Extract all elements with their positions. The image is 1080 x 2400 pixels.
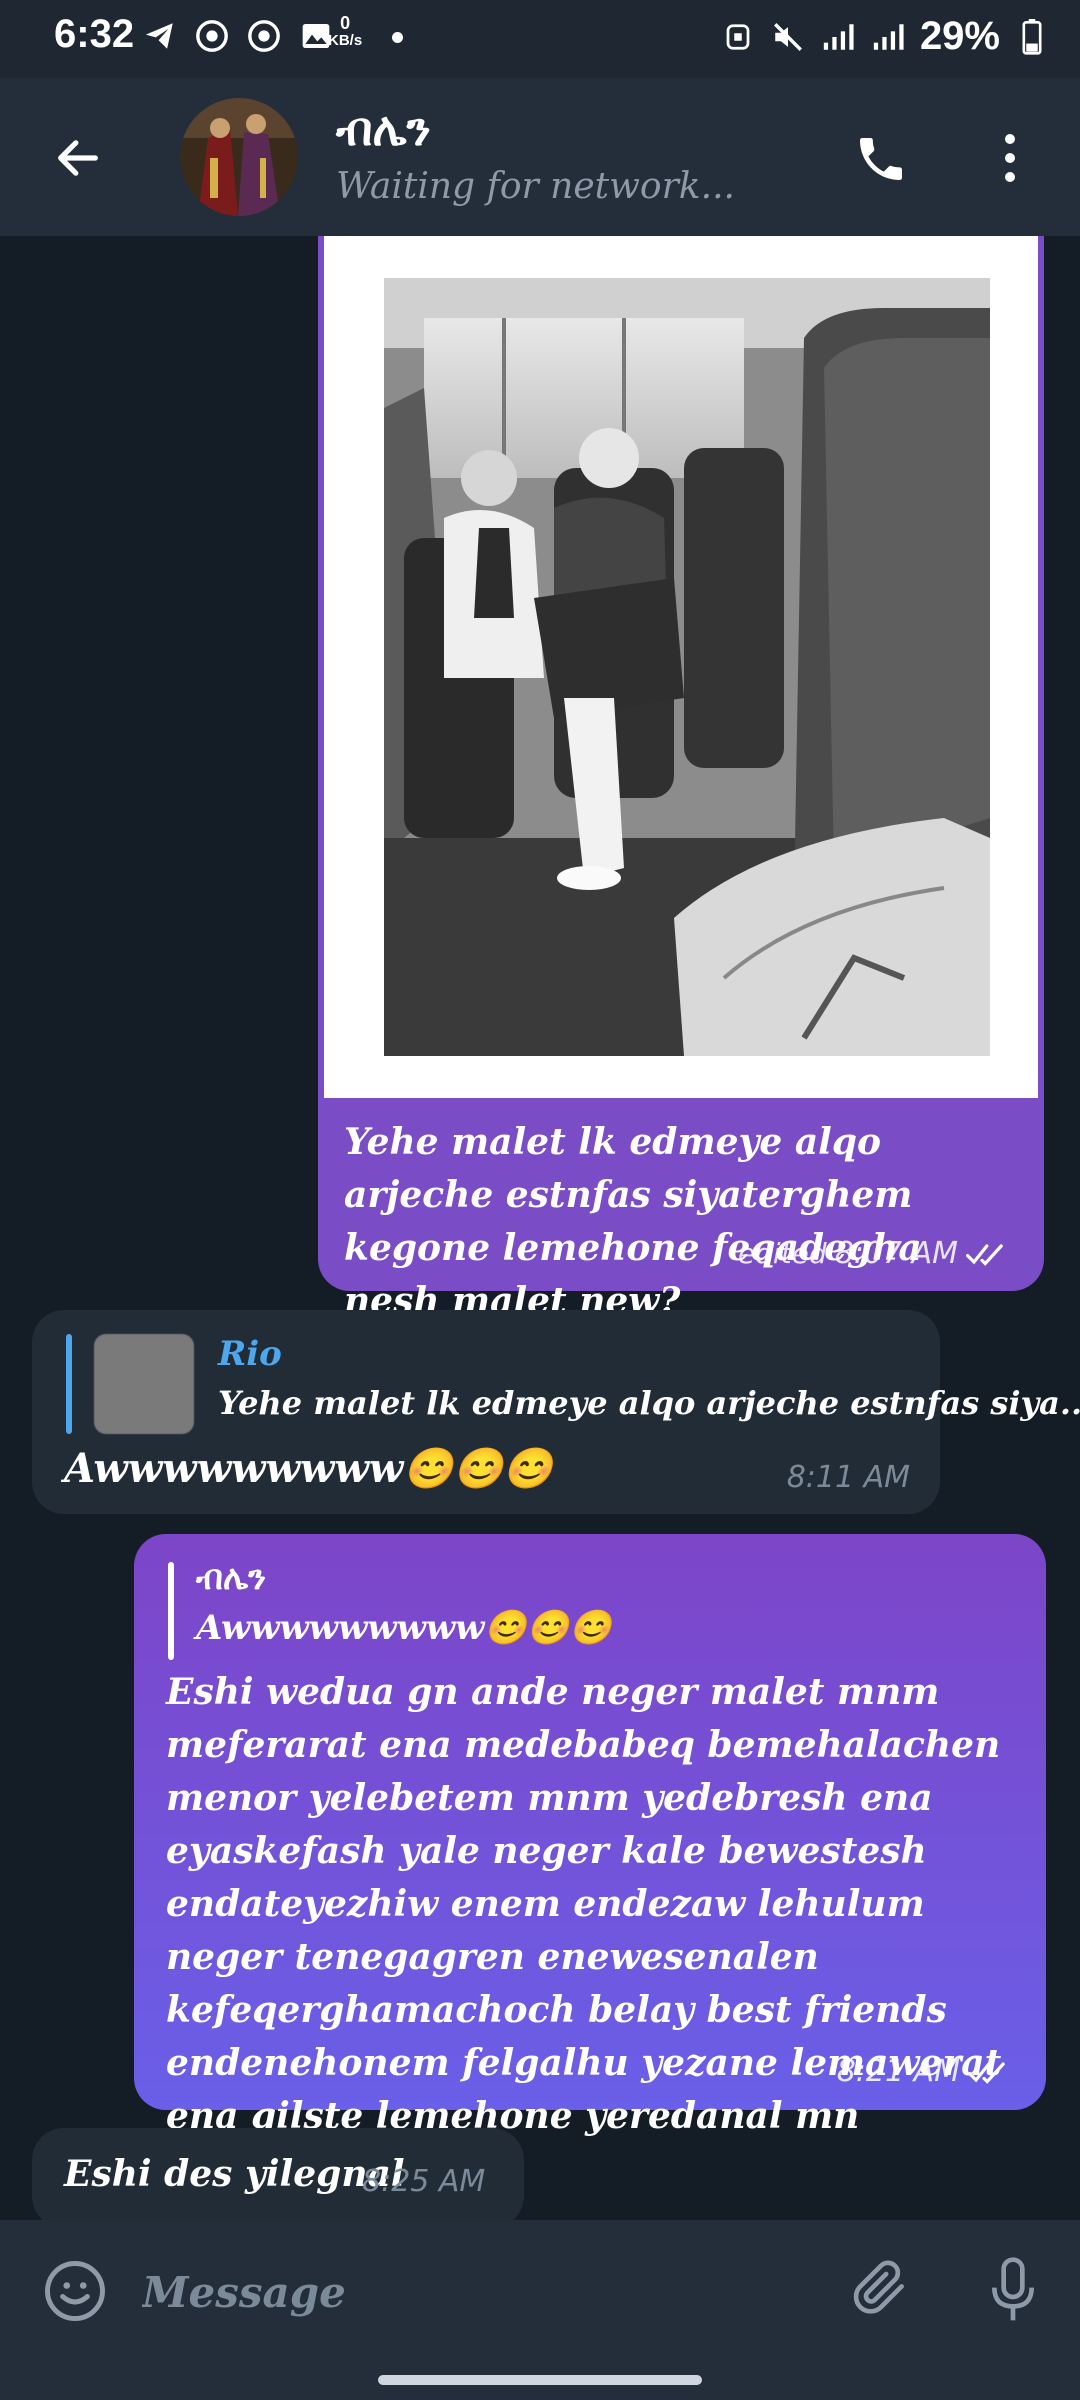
battery-icon [1014, 18, 1050, 55]
message-bubble-outgoing[interactable]: ብሌን Awwwwwwwww😊😊😊 Eshi wedua gn ande neg… [134, 1534, 1046, 2190]
mic-icon [992, 2257, 1034, 2321]
mute-icon [770, 19, 806, 55]
message-text: Yehe malet lk edmeye alqo arjeche estnfa… [344, 1121, 922, 1322]
signal-icon [820, 19, 856, 55]
photo-frame [324, 236, 1038, 1098]
back-arrow-icon [58, 140, 98, 176]
message-photo[interactable] [384, 278, 990, 1056]
more-vert-icon [1005, 134, 1015, 144]
notification-icons [142, 18, 334, 54]
telegram-icon [142, 18, 178, 54]
attach-icon [853, 2260, 904, 2314]
battery-level: 29% [919, 14, 1000, 58]
home-gesture-handle[interactable] [378, 2375, 702, 2385]
message-input[interactable] [140, 2256, 744, 2328]
reply-quote-bar [168, 1562, 174, 1660]
voice-record-button[interactable] [978, 2250, 1048, 2330]
reply-preview-text[interactable]: Yehe malet lk edmeye alqo arjeche estnfa… [218, 1384, 1080, 1422]
message-meta: edited 8:07 AM [738, 1236, 1014, 1271]
message-bubble-incoming[interactable]: Rio Yehe malet lk edmeye alqo arjeche es… [32, 1310, 1080, 1514]
chrome-icon [194, 18, 230, 54]
chrome-icon [246, 18, 282, 54]
connection-status: Waiting for network... [336, 166, 735, 207]
attach-button[interactable] [846, 2254, 916, 2324]
reply-thumbnail [94, 1334, 194, 1434]
reply-quote-bar [66, 1334, 72, 1434]
system-icons: 29% [720, 14, 1050, 59]
signal-icon [870, 19, 906, 55]
message-meta: 8:21 AM [837, 2054, 1016, 2089]
emoji-icon [45, 2261, 105, 2321]
composer-bar [0, 2220, 1080, 2360]
contact-name[interactable]: ብሌን [336, 102, 431, 158]
message-bubble-outgoing[interactable]: Yehe malet lk edmeye alqo arjeche estnfa… [318, 236, 1044, 1322]
more-options-button[interactable] [990, 128, 1030, 188]
reply-sender-name[interactable]: Rio [218, 1334, 282, 1374]
message-time: 8:25 AM [362, 2164, 486, 2199]
message-bubble-incoming[interactable]: Eshi des yilegnal 8:25 AM [32, 2128, 524, 2220]
avatar[interactable] [180, 98, 298, 216]
message-text: Awwwwwwwww😊😊😊 [64, 1445, 553, 1492]
status-time: 6:32 [54, 12, 135, 56]
call-button[interactable] [846, 124, 916, 194]
status-bar: 6:32 0 KB/s 29% [0, 0, 1080, 78]
reply-sender-name[interactable]: ብሌን [196, 1558, 266, 1598]
system-nav-bar [0, 2360, 1080, 2400]
double-check-icon [968, 2061, 1005, 2084]
notification-dot [392, 32, 403, 43]
alarm-icon [720, 19, 756, 55]
message-time: 8:07 AM [834, 1236, 958, 1271]
message-text: Eshi des yilegnal [64, 2153, 405, 2195]
message-meta: 8:25 AM [362, 2164, 485, 2199]
edited-label: edited [737, 1237, 827, 1270]
emoji-button[interactable] [40, 2256, 110, 2326]
net-speed: 0 KB/s [328, 13, 363, 49]
back-button[interactable] [48, 128, 108, 188]
message-text: Eshi wedua gn ande neger malet mnm mefer… [166, 1671, 1002, 2190]
phone-icon [860, 138, 902, 180]
chat-header: ብሌን Waiting for network... [0, 78, 1080, 236]
reply-preview-text[interactable]: Awwwwwwwww😊😊😊 [196, 1608, 611, 1648]
double-check-icon [966, 1243, 1003, 1266]
message-meta: 8:11 AM [787, 1460, 910, 1495]
message-time: 8:11 AM [786, 1460, 910, 1495]
message-time: 8:21 AM [836, 2054, 960, 2089]
message-list[interactable]: Yehe malet lk edmeye alqo arjeche estnfa… [0, 236, 1080, 2220]
